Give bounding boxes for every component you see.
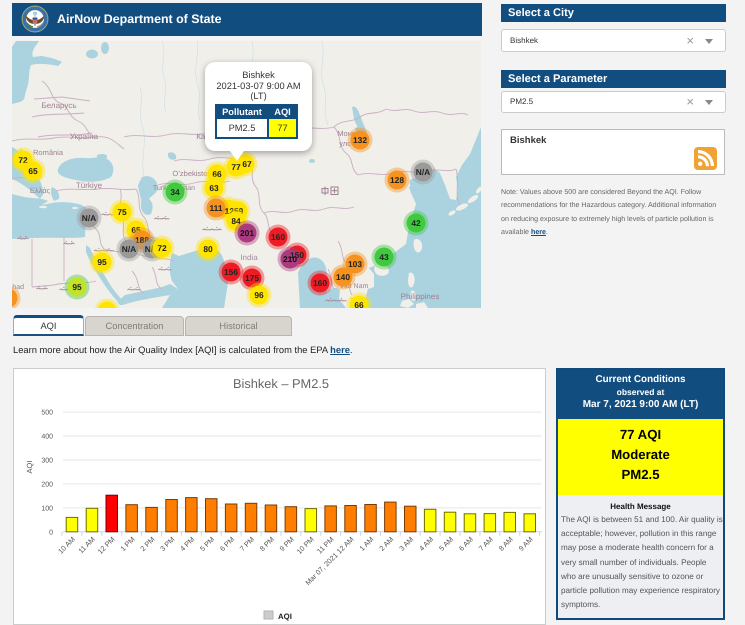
svg-text:6 PM: 6 PM xyxy=(218,535,236,553)
svg-text:Ελλάς: Ελλάς xyxy=(30,186,51,195)
svg-text:300: 300 xyxy=(41,458,53,465)
svg-text:400: 400 xyxy=(41,434,53,441)
svg-text:11 AM: 11 AM xyxy=(76,535,96,555)
svg-text:63: 63 xyxy=(209,183,219,193)
svg-text:175: 175 xyxy=(245,273,259,283)
svg-text:Philippines: Philippines xyxy=(401,292,440,301)
svg-text:95: 95 xyxy=(72,282,82,292)
svg-text:Беларусь: Беларусь xyxy=(42,101,77,110)
svg-text:201: 201 xyxy=(240,228,254,238)
svg-text:210: 210 xyxy=(283,254,297,264)
svg-text:72: 72 xyxy=(157,243,167,253)
svg-text:4 PM: 4 PM xyxy=(178,535,196,553)
svg-text:AQI: AQI xyxy=(278,612,292,621)
svg-text:9 PM: 9 PM xyxy=(278,535,296,553)
svg-text:Türkiye: Türkiye xyxy=(76,181,103,190)
svg-text:5 PM: 5 PM xyxy=(198,535,216,553)
svg-text:6 AM: 6 AM xyxy=(457,535,475,553)
svg-text:1 PM: 1 PM xyxy=(118,535,136,553)
svg-text:80: 80 xyxy=(203,244,213,254)
svg-text:1 AM: 1 AM xyxy=(357,535,375,553)
svg-text:100: 100 xyxy=(41,505,53,512)
svg-text:N/A: N/A xyxy=(416,167,430,177)
svg-text:66: 66 xyxy=(354,300,364,308)
svg-text:N/A: N/A xyxy=(82,213,96,223)
svg-text:10 PM: 10 PM xyxy=(295,535,316,556)
svg-text:43: 43 xyxy=(379,252,389,262)
svg-text:156: 156 xyxy=(224,267,238,277)
svg-text:75: 75 xyxy=(117,207,127,217)
svg-text:42: 42 xyxy=(411,218,421,228)
svg-text:140: 140 xyxy=(336,272,350,282)
svg-text:500: 500 xyxy=(41,410,53,417)
svg-text:160: 160 xyxy=(313,278,327,288)
svg-text:7 AM: 7 AM xyxy=(477,535,495,553)
svg-text:65: 65 xyxy=(28,166,38,176)
svg-text:2 PM: 2 PM xyxy=(138,535,156,553)
svg-text:5 AM: 5 AM xyxy=(437,535,455,553)
svg-text:România: România xyxy=(33,148,64,157)
svg-text:4 AM: 4 AM xyxy=(417,535,435,553)
svg-text:N/A: N/A xyxy=(122,244,136,254)
svg-text:10 AM: 10 AM xyxy=(56,535,77,556)
svg-text:128: 128 xyxy=(390,175,404,185)
svg-text:77: 77 xyxy=(231,162,241,172)
svg-text:0: 0 xyxy=(49,529,53,536)
svg-text:Bishkek – PM2.5: Bishkek – PM2.5 xyxy=(233,376,329,391)
svg-text:9 AM: 9 AM xyxy=(517,535,535,553)
svg-text:Україна: Україна xyxy=(70,132,99,141)
svg-text:111: 111 xyxy=(209,203,222,213)
svg-text:200: 200 xyxy=(41,481,53,488)
svg-text:12 PM: 12 PM xyxy=(96,535,117,556)
svg-text:8 AM: 8 AM xyxy=(497,535,515,553)
svg-text:160: 160 xyxy=(271,232,285,242)
svg-text:7 PM: 7 PM xyxy=(238,535,256,553)
svg-text:AQI: AQI xyxy=(25,461,34,474)
svg-text:132: 132 xyxy=(353,135,367,145)
svg-text:8 PM: 8 PM xyxy=(258,535,276,553)
svg-text:India: India xyxy=(240,253,258,262)
svg-text:96: 96 xyxy=(254,290,264,300)
svg-text:34: 34 xyxy=(170,187,180,197)
svg-text:3 PM: 3 PM xyxy=(158,535,176,553)
svg-text:2 AM: 2 AM xyxy=(377,535,395,553)
svg-text:95: 95 xyxy=(97,257,107,267)
svg-text:3 AM: 3 AM xyxy=(397,535,415,553)
